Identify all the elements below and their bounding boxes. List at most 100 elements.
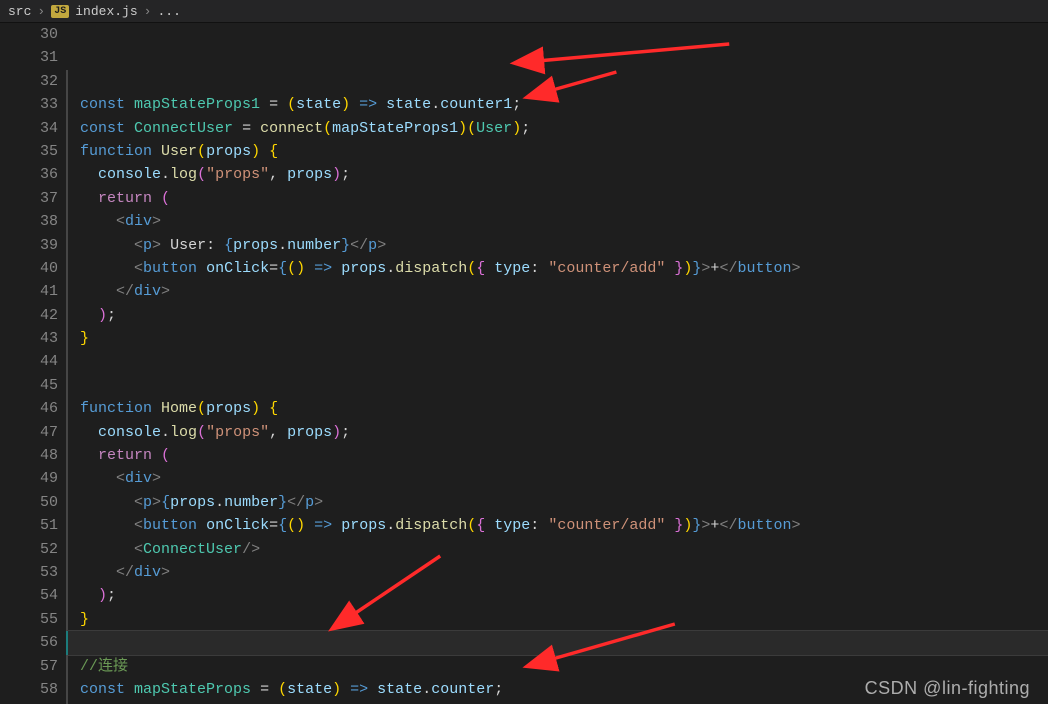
code-line[interactable]: <div> xyxy=(68,210,1048,233)
code-line[interactable]: const ConnectUser = connect(mapStateProp… xyxy=(68,117,1048,140)
code-line[interactable]: const mapStateProps = (state) => state.c… xyxy=(68,678,1048,701)
code-token: counter1 xyxy=(440,96,512,113)
code-token: > xyxy=(152,470,161,487)
code-token: console xyxy=(98,424,161,441)
code-line[interactable]: <div> xyxy=(68,467,1048,490)
code-token: ) xyxy=(332,681,341,698)
editor[interactable]: 3031323334353637383940414243444546474849… xyxy=(0,23,1048,704)
code-line[interactable]: function Home(props) { xyxy=(68,397,1048,420)
line-number: 53 xyxy=(4,561,58,584)
code-line[interactable] xyxy=(68,374,1048,397)
code-token: } xyxy=(341,237,350,254)
code-token: > xyxy=(377,237,386,254)
line-number: 44 xyxy=(4,350,58,373)
code-token: ; xyxy=(494,681,503,698)
code-token: ( xyxy=(287,260,296,277)
code-token: div xyxy=(134,283,161,300)
code-token: < xyxy=(116,470,125,487)
code-token: Home xyxy=(161,400,197,417)
code-token: "props" xyxy=(206,166,269,183)
code-token: dispatch xyxy=(395,260,467,277)
code-token xyxy=(197,260,206,277)
line-number: 47 xyxy=(4,421,58,444)
code-token: p xyxy=(143,237,152,254)
fold-guide xyxy=(66,444,68,467)
code-token: => xyxy=(314,517,332,534)
code-line[interactable] xyxy=(68,70,1048,93)
code-line[interactable]: <p> User: {props.number}</p> xyxy=(68,234,1048,257)
code-line[interactable]: console.log("props", props); xyxy=(68,421,1048,444)
code-token: => xyxy=(359,96,377,113)
line-number: 32 xyxy=(4,70,58,93)
code-token: . xyxy=(386,260,395,277)
code-token: dispatch xyxy=(395,517,467,534)
fold-guide xyxy=(66,163,68,186)
code-token: < xyxy=(134,237,143,254)
code-token: p xyxy=(305,494,314,511)
code-token: props xyxy=(233,237,278,254)
code-token: </ xyxy=(719,260,737,277)
code-token xyxy=(80,517,134,534)
code-token: return xyxy=(98,190,152,207)
code-token: button xyxy=(143,260,197,277)
code-line[interactable]: } xyxy=(68,608,1048,631)
code-line[interactable] xyxy=(68,351,1048,374)
code-token: number xyxy=(287,237,341,254)
code-token: > xyxy=(161,564,170,581)
code-line[interactable]: const mapStateProps1 = (state) => state.… xyxy=(68,93,1048,116)
fold-guide xyxy=(66,538,68,561)
code-token: return xyxy=(98,447,152,464)
line-number-gutter: 3031323334353637383940414243444546474849… xyxy=(4,23,66,704)
code-token xyxy=(80,260,134,277)
code-token: ( xyxy=(197,400,206,417)
code-token: < xyxy=(134,260,143,277)
code-token: p xyxy=(368,237,377,254)
code-line[interactable]: <button onClick={() => props.dispatch({ … xyxy=(68,257,1048,280)
fold-guide xyxy=(66,678,68,701)
breadcrumb-file[interactable]: index.js xyxy=(75,4,137,19)
breadcrumb-folder[interactable]: src xyxy=(8,4,31,19)
code-token: ( xyxy=(323,120,332,137)
code-token: . xyxy=(278,237,287,254)
code-line[interactable]: <ConnectUser/> xyxy=(68,538,1048,561)
code-line[interactable]: console.log("props", props); xyxy=(68,163,1048,186)
code-line[interactable]: </div> xyxy=(68,280,1048,303)
code-line[interactable]: <p>{props.number}</p> xyxy=(68,491,1048,514)
code-token: type xyxy=(494,517,530,534)
code-line[interactable]: function User(props) { xyxy=(68,140,1048,163)
code-token: div xyxy=(134,564,161,581)
code-token: < xyxy=(134,541,143,558)
code-token xyxy=(197,517,206,534)
code-token: mapStateProps xyxy=(134,681,251,698)
code-token: ( xyxy=(467,120,476,137)
code-token: < xyxy=(134,517,143,534)
code-token: div xyxy=(125,470,152,487)
code-token: function xyxy=(80,400,152,417)
code-token xyxy=(80,494,134,511)
code-line[interactable] xyxy=(68,631,1048,654)
fold-guide xyxy=(66,257,68,280)
code-token: > xyxy=(314,494,323,511)
code-token xyxy=(341,681,350,698)
line-number: 40 xyxy=(4,257,58,280)
code-token xyxy=(80,237,134,254)
code-line[interactable]: ); xyxy=(68,304,1048,327)
chevron-right-icon: › xyxy=(144,4,152,19)
code-token: . xyxy=(161,424,170,441)
code-token: = xyxy=(269,517,278,534)
code-line[interactable]: </div> xyxy=(68,561,1048,584)
js-icon: JS xyxy=(51,5,69,18)
code-line[interactable]: ); xyxy=(68,584,1048,607)
code-token xyxy=(665,260,674,277)
code-line[interactable]: //连接 xyxy=(68,655,1048,678)
code-line[interactable]: return ( xyxy=(68,187,1048,210)
code-token: button xyxy=(143,517,197,534)
code-line[interactable]: <button onClick={() => props.dispatch({ … xyxy=(68,514,1048,537)
code-line[interactable]: } xyxy=(68,327,1048,350)
code-area[interactable]: const mapStateProps1 = (state) => state.… xyxy=(66,23,1048,704)
code-token: mapStateProps1 xyxy=(332,120,458,137)
code-token: = xyxy=(233,120,260,137)
code-line[interactable]: return ( xyxy=(68,444,1048,467)
code-token: </ xyxy=(116,564,134,581)
code-token: ) xyxy=(98,587,107,604)
